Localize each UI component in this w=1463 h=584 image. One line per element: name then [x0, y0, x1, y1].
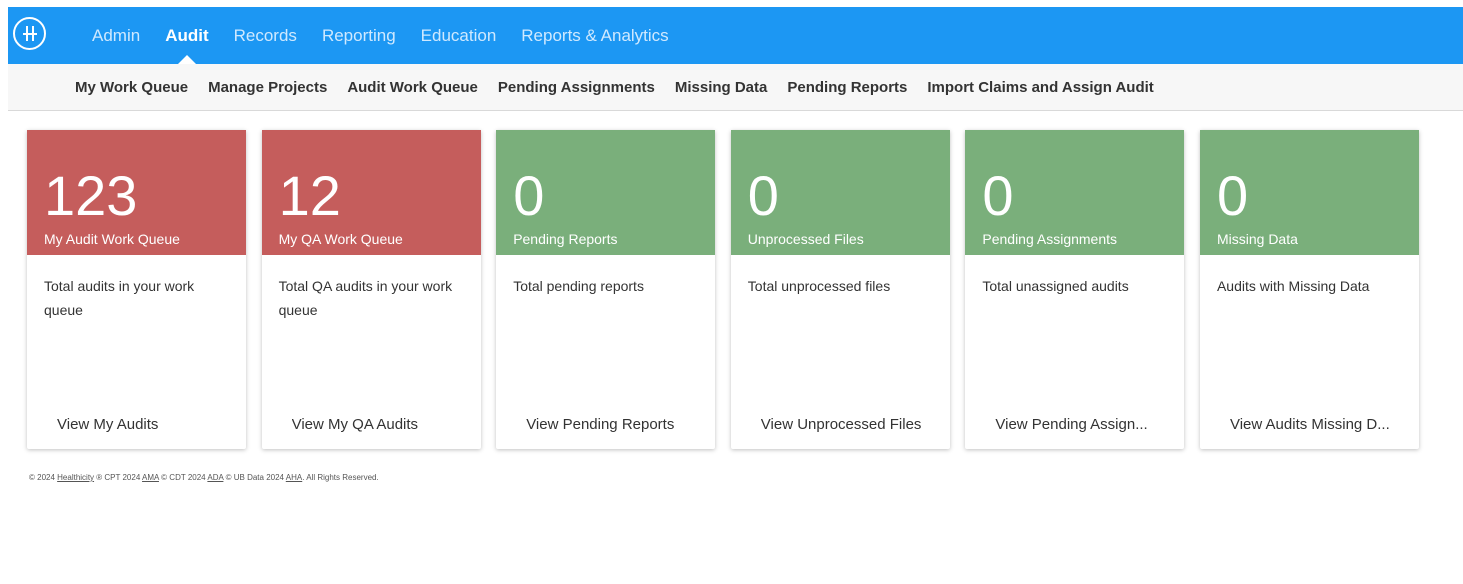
card-header: 123 My Audit Work Queue	[27, 130, 246, 255]
ada-link[interactable]: ADA	[207, 473, 223, 482]
nav-education[interactable]: Education	[421, 7, 497, 64]
copyright-footer: © 2024 Healthicity ® CPT 2024 AMA © CDT …	[29, 473, 379, 482]
view-pending-assignments-link[interactable]: View Pending Assign...	[995, 416, 1175, 433]
footer-text: © UB Data 2024	[223, 473, 286, 482]
main-nav: Admin Audit Records Reporting Education …	[92, 7, 694, 64]
card-header: 0 Missing Data	[1199, 130, 1419, 255]
card-description: Total audits in your work queue	[44, 278, 195, 318]
card-pending-assignments: 0 Pending Assignments Total unassigned a…	[965, 130, 1185, 449]
card-my-audit-work-queue: 123 My Audit Work Queue Total audits in …	[27, 130, 246, 449]
card-title: Pending Assignments	[982, 231, 1118, 247]
aha-link[interactable]: AHA	[286, 473, 302, 482]
logo-icon[interactable]	[13, 17, 46, 50]
card-description: Total pending reports	[513, 278, 644, 294]
subnav-manage-projects[interactable]: Manage Projects	[208, 79, 327, 96]
card-count: 0	[982, 164, 1014, 227]
card-header: 0 Pending Reports	[496, 130, 716, 255]
footer-text: . All Rights Reserved.	[302, 473, 379, 482]
ama-link[interactable]: AMA	[142, 473, 159, 482]
card-count: 123	[44, 164, 138, 227]
view-audits-missing-data-link[interactable]: View Audits Missing D...	[1230, 416, 1410, 433]
footer-text: © CDT 2024	[158, 473, 208, 482]
card-description: Total unprocessed files	[747, 278, 891, 294]
view-my-audits-link[interactable]: View My Audits	[57, 416, 237, 433]
subnav-pending-assignments[interactable]: Pending Assignments	[498, 79, 655, 96]
view-pending-reports-link[interactable]: View Pending Reports	[526, 416, 706, 433]
card-unprocessed-files: 0 Unprocessed Files Total unprocessed fi…	[730, 130, 950, 449]
subnav-audit-work-queue[interactable]: Audit Work Queue	[347, 79, 478, 96]
card-header: 12 My QA Work Queue	[261, 130, 481, 255]
view-my-qa-audits-link[interactable]: View My QA Audits	[292, 416, 472, 433]
card-count: 0	[513, 164, 545, 227]
view-unprocessed-files-link[interactable]: View Unprocessed Files	[761, 416, 941, 433]
card-pending-reports: 0 Pending Reports Total pending reports …	[496, 130, 716, 449]
footer-text: © 2024	[29, 473, 58, 482]
top-navigation-bar: Admin Audit Records Reporting Education …	[8, 7, 1463, 64]
card-description: Total QA audits in your work queue	[278, 278, 453, 318]
nav-records[interactable]: Records	[234, 7, 297, 64]
subnav-missing-data[interactable]: Missing Data	[675, 79, 768, 96]
sub-navigation-bar: My Work Queue Manage Projects Audit Work…	[8, 64, 1463, 111]
subnav-import-claims[interactable]: Import Claims and Assign Audit	[927, 79, 1153, 96]
nav-reports-analytics[interactable]: Reports & Analytics	[521, 7, 668, 64]
healthicity-link[interactable]: Healthicity	[57, 473, 94, 482]
card-description: Total unassigned audits	[982, 278, 1129, 294]
card-title: My Audit Work Queue	[44, 231, 180, 247]
card-header: 0 Pending Assignments	[965, 130, 1185, 255]
card-count: 0	[747, 164, 779, 227]
nav-audit[interactable]: Audit	[165, 7, 209, 64]
nav-reporting[interactable]: Reporting	[322, 7, 396, 64]
card-count: 12	[278, 164, 341, 227]
subnav-pending-reports[interactable]: Pending Reports	[787, 79, 907, 96]
card-missing-data: 0 Missing Data Audits with Missing Data …	[1199, 130, 1419, 449]
subnav-my-work-queue[interactable]: My Work Queue	[75, 79, 188, 96]
card-header: 0 Unprocessed Files	[730, 130, 950, 255]
card-title: Missing Data	[1216, 231, 1298, 247]
card-title: My QA Work Queue	[278, 231, 403, 247]
card-count: 0	[1216, 164, 1249, 227]
nav-admin[interactable]: Admin	[92, 7, 140, 64]
footer-text: ® CPT 2024	[94, 473, 143, 482]
card-my-qa-work-queue: 12 My QA Work Queue Total QA audits in y…	[261, 130, 481, 449]
dashboard-cards: 123 My Audit Work Queue Total audits in …	[27, 130, 1435, 449]
card-title: Pending Reports	[513, 231, 618, 247]
card-title: Unprocessed Files	[747, 231, 864, 247]
card-description: Audits with Missing Data	[1216, 278, 1370, 294]
